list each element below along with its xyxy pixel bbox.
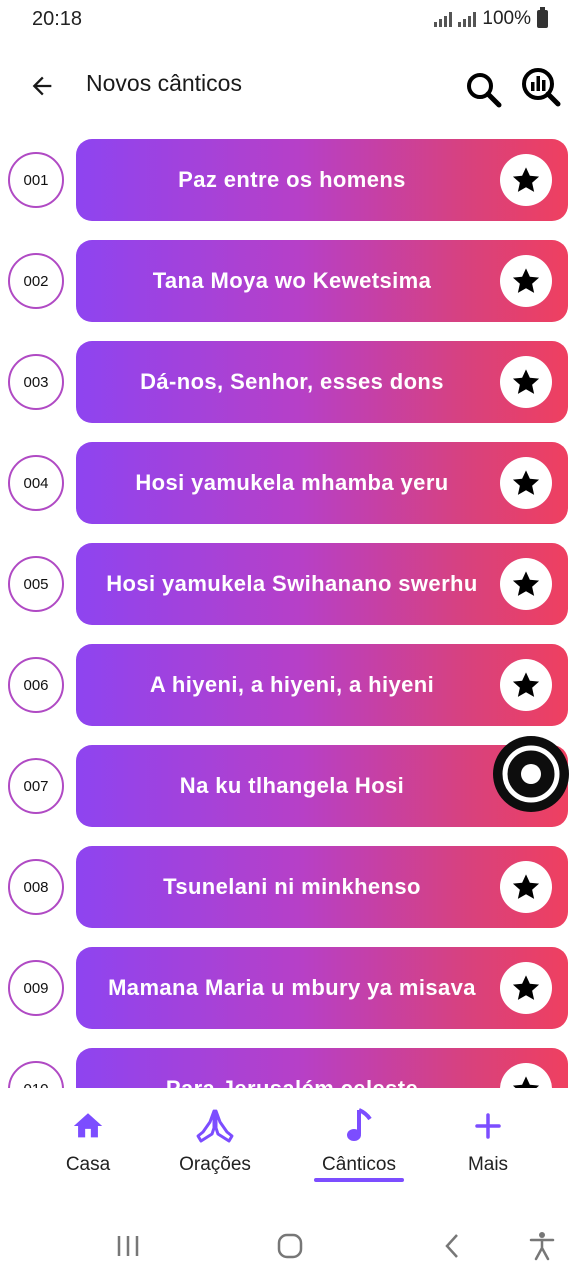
system-back-button[interactable] [432, 1226, 472, 1266]
list-item: 010 Para Jerusalém celeste [0, 1048, 576, 1088]
praying-hands-icon [196, 1109, 234, 1143]
floating-media-button[interactable] [493, 736, 569, 812]
chevron-left-icon [445, 1234, 458, 1258]
active-tab-indicator [314, 1178, 404, 1182]
arrow-left-icon [32, 76, 52, 96]
search-button[interactable] [462, 68, 506, 112]
page-title: Novos cânticos [86, 70, 242, 96]
star-icon [512, 1076, 540, 1088]
star-icon [512, 571, 540, 596]
favorite-button[interactable] [500, 457, 552, 509]
star-icon [512, 975, 540, 1000]
song-card[interactable]: Dá-nos, Senhor, esses dons [76, 341, 568, 423]
star-icon [512, 672, 540, 697]
battery-icon [537, 7, 548, 28]
search-insights-icon [522, 68, 561, 107]
song-card[interactable]: Mamana Maria u mbury ya misava [76, 947, 568, 1029]
star-icon [512, 268, 540, 293]
song-title: Tana Moya wo Kewetsima [152, 268, 432, 293]
song-title: Paz entre os homens [178, 167, 406, 192]
status-bar: 20:18 100% [0, 0, 576, 38]
accessibility-button[interactable] [522, 1226, 562, 1266]
nav-label: Cânticos [322, 1154, 396, 1175]
favorite-button[interactable] [500, 558, 552, 610]
song-title: Tsunelani ni minkhenso [163, 874, 421, 899]
record-icon [502, 745, 560, 803]
song-number[interactable]: 005 [8, 556, 64, 612]
song-card[interactable]: A hiyeni, a hiyeni, a hiyeni [76, 644, 568, 726]
list-item: 007 Na ku tlhangela Hosi [0, 745, 576, 829]
song-card[interactable]: Para Jerusalém celeste [76, 1048, 568, 1088]
song-number[interactable]: 004 [8, 455, 64, 511]
signal-icon [434, 11, 453, 27]
signal-icon [458, 11, 477, 27]
recent-apps-icon [117, 1236, 139, 1256]
plus-icon [475, 1113, 501, 1139]
song-number[interactable]: 001 [8, 152, 64, 208]
list-item: 005 Hosi yamukela Swihanano swerhu [0, 543, 576, 627]
favorite-button[interactable] [500, 861, 552, 913]
star-icon [512, 167, 540, 192]
star-icon [512, 369, 540, 394]
nav-item-canticos[interactable]: Cânticos [304, 1106, 414, 1182]
favorite-button[interactable] [500, 356, 552, 408]
song-title: Para Jerusalém celeste [76, 1076, 568, 1088]
song-list[interactable]: 001 Paz entre os homens 002 Tana Moya wo… [0, 128, 576, 1088]
song-card[interactable]: Tana Moya wo Kewetsima [76, 240, 568, 322]
nav-label: Mais [467, 1154, 509, 1175]
nav-item-casa[interactable]: Casa [33, 1106, 143, 1182]
favorite-button[interactable] [500, 255, 552, 307]
music-note-icon [347, 1108, 372, 1141]
system-navigation-bar [0, 1210, 576, 1280]
recent-apps-button[interactable] [108, 1226, 148, 1266]
song-number[interactable]: 007 [8, 758, 64, 814]
list-item: 006 A hiyeni, a hiyeni, a hiyeni [0, 644, 576, 728]
favorite-button[interactable] [500, 1063, 552, 1088]
list-item: 003 Dá-nos, Senhor, esses dons [0, 341, 576, 425]
song-card[interactable]: Paz entre os homens [76, 139, 568, 221]
favorite-button[interactable] [500, 962, 552, 1014]
search-stats-button[interactable] [518, 64, 564, 110]
song-card[interactable]: Tsunelani ni minkhenso [76, 846, 568, 928]
nav-item-mais[interactable]: Mais [433, 1106, 543, 1182]
song-title: Mamana Maria u mbury ya misava [108, 975, 476, 1000]
bottom-navigation: Casa Orações Cânticos Mais [0, 1090, 576, 1190]
favorite-button[interactable] [500, 659, 552, 711]
back-button[interactable] [22, 66, 62, 106]
song-number[interactable]: 002 [8, 253, 64, 309]
accessibility-icon [529, 1232, 555, 1261]
song-title: A hiyeni, a hiyeni, a hiyeni [149, 672, 435, 697]
song-title: Hosi yamukela Swihanano swerhu [106, 571, 478, 596]
battery-percent: 100% [482, 8, 531, 29]
song-card[interactable]: Hosi yamukela Swihanano swerhu [76, 543, 568, 625]
nav-label: Casa [65, 1154, 111, 1175]
song-card[interactable]: Hosi yamukela mhamba yeru [76, 442, 568, 524]
status-indicators: 100% [434, 7, 548, 30]
song-number[interactable]: 008 [8, 859, 64, 915]
song-number[interactable]: 003 [8, 354, 64, 410]
star-icon [512, 470, 540, 495]
list-item: 004 Hosi yamukela mhamba yeru [0, 442, 576, 526]
song-title: Hosi yamukela mhamba yeru [135, 470, 449, 495]
list-item: 001 Paz entre os homens [0, 139, 576, 223]
nav-label: Orações [179, 1154, 251, 1175]
star-icon [512, 874, 540, 899]
list-item: 002 Tana Moya wo Kewetsima [0, 240, 576, 324]
song-number[interactable]: 010 [8, 1061, 64, 1088]
favorite-button[interactable] [500, 154, 552, 206]
home-circle-icon [277, 1233, 303, 1259]
search-icon [467, 73, 502, 108]
song-number[interactable]: 006 [8, 657, 64, 713]
home-button[interactable] [270, 1226, 310, 1266]
list-item: 009 Mamana Maria u mbury ya misava [0, 947, 576, 1031]
list-item: 008 Tsunelani ni minkhenso [0, 846, 576, 930]
home-icon [73, 1113, 103, 1138]
song-title: Dá-nos, Senhor, esses dons [140, 369, 444, 394]
status-time: 20:18 [32, 8, 83, 30]
nav-item-oracoes[interactable]: Orações [160, 1106, 270, 1182]
app-bar: Novos cânticos [0, 50, 576, 120]
song-number[interactable]: 009 [8, 960, 64, 1016]
